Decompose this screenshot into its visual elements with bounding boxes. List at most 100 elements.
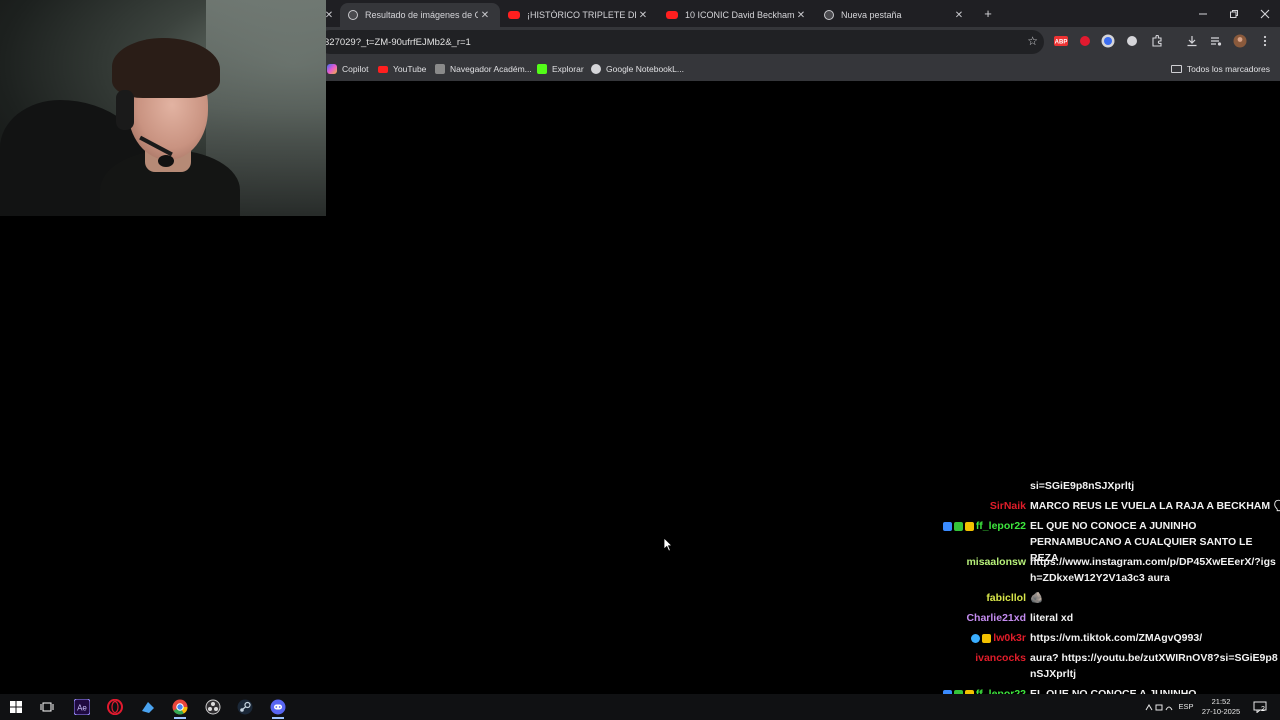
extension-red-icon[interactable] — [1077, 33, 1093, 49]
close-icon[interactable]: ✕ — [952, 10, 966, 21]
opera-icon[interactable] — [104, 697, 126, 717]
headset-icon — [116, 90, 134, 130]
profile-avatar-icon[interactable] — [1232, 33, 1248, 49]
webcam-feed — [0, 0, 326, 216]
after-effects-icon[interactable]: Ae — [71, 697, 93, 717]
sub-badge-icon — [982, 633, 992, 643]
language-indicator[interactable]: ESP — [1176, 696, 1196, 718]
webcam-person-hair — [112, 38, 220, 98]
task-view-icon[interactable] — [36, 697, 58, 717]
svg-text:ABP: ABP — [1055, 40, 1068, 46]
chat-message-text: literal xd — [1030, 612, 1074, 624]
chat-message-text: aura? https://youtu.be/zutXWIRnOV8?si=SG… — [1030, 652, 1278, 680]
address-bar[interactable]: 327029?_t=ZM-90ufrfEJMb2&_r=1 ☆ — [318, 30, 1044, 54]
notifications-button[interactable] — [1250, 696, 1270, 718]
tab-title: 10 ICONIC David Beckham goal — [685, 10, 794, 20]
new-tab-button[interactable]: + — [980, 5, 996, 21]
close-icon[interactable]: ✕ — [794, 10, 808, 21]
restore-icon[interactable] — [1218, 0, 1249, 27]
discord-icon[interactable] — [267, 697, 289, 719]
bookmark-label: YouTube — [393, 64, 427, 74]
tab-google-images[interactable]: Resultado de imágenes de Goo ✕ — [340, 3, 500, 27]
copilot-icon — [327, 64, 337, 74]
minimize-icon[interactable] — [1187, 0, 1218, 27]
youtube-icon — [378, 65, 388, 73]
chat-username: ivancocks — [975, 650, 1026, 666]
chat-message-text: https://www.instagram.com/p/DP45XwEEerX/… — [1030, 556, 1276, 584]
stream-chat-overlay: si=SGiE9p8nSJXprltj SirNaik MARCO REUS L… — [900, 478, 1280, 720]
youtube-icon — [508, 11, 520, 19]
notebooklm-icon — [591, 64, 601, 74]
mouse-cursor-icon — [663, 537, 673, 557]
username-text: SirNaik — [989, 500, 1026, 512]
close-icon[interactable]: ✕ — [636, 10, 650, 21]
chrome-icon[interactable] — [169, 697, 191, 719]
kick-icon — [537, 64, 547, 74]
bookmark-youtube[interactable]: YouTube — [378, 61, 426, 77]
chat-username: lw0k3r — [971, 630, 1026, 646]
clock-date: 27-10-2025 — [1201, 707, 1241, 716]
username-text: fabicllol — [986, 592, 1026, 604]
bookmark-navegador-academico[interactable]: Navegador Académ... — [435, 61, 532, 77]
bookmark-label: Explorar — [552, 64, 584, 74]
tab-title: Nueva pestaña — [841, 10, 902, 20]
chat-username: Charlie21xd — [966, 610, 1026, 626]
obs-icon[interactable] — [202, 697, 224, 717]
scholar-icon — [435, 64, 445, 74]
sub-badge-icon — [964, 521, 974, 531]
bookmark-star-icon[interactable]: ☆ — [1027, 34, 1038, 48]
tab-title: ¡HISTÓRICO TRIPLETE DE CR7 R — [527, 10, 636, 20]
window-close-icon[interactable] — [1249, 0, 1280, 27]
bookmark-label: Google NotebookL... — [606, 64, 684, 74]
windows-taskbar: Ae ESP 21:52 27-10-2025 2 — [0, 694, 1280, 720]
bookmark-copilot[interactable]: Copilot — [327, 61, 368, 77]
chat-message-text: 🪨 — [1030, 592, 1044, 604]
username-text: Charlie21xd — [966, 612, 1026, 624]
bookmark-label: Copilot — [342, 64, 369, 74]
media-control-icon[interactable] — [1208, 33, 1224, 49]
tab-beckham-goals[interactable]: 10 ICONIC David Beckham goal ✕ — [658, 3, 816, 27]
svg-text:Ae: Ae — [77, 704, 87, 713]
bookmark-explorar[interactable]: Explorar — [537, 61, 584, 77]
extension-icon[interactable] — [1124, 33, 1140, 49]
windows-start-icon[interactable] — [5, 697, 27, 717]
chat-message-text: https://vm.tiktok.com/ZMAgvQ993/ — [1030, 632, 1203, 644]
prime-badge-icon — [942, 521, 952, 531]
google-icon — [348, 10, 358, 20]
steam-icon[interactable] — [234, 697, 256, 717]
microphone-icon — [158, 155, 174, 167]
browser-menu-icon[interactable] — [1257, 33, 1273, 49]
tab-triplete-cr7[interactable]: ¡HISTÓRICO TRIPLETE DE CR7 R ✕ — [500, 3, 658, 27]
screen: ✕ Resultado de imágenes de Goo ✕ ¡HISTÓR… — [0, 0, 1280, 720]
app-icon[interactable] — [137, 697, 159, 717]
folder-icon — [1170, 65, 1182, 73]
all-bookmarks-label: Todos los marcadores — [1186, 64, 1270, 74]
star-badge-icon — [953, 521, 963, 531]
chat-message-text: si=SGiE9p8nSJXprltj — [1030, 480, 1135, 492]
address-text: 327029?_t=ZM-90ufrfEJMb2&_r=1 — [324, 36, 471, 48]
tab-nueva-pestana[interactable]: Nueva pestaña ✕ — [816, 3, 974, 27]
username-text: misaalonsw — [966, 556, 1026, 568]
close-icon[interactable]: ✕ — [478, 10, 492, 21]
bookmark-label: Navegador Académ... — [450, 64, 532, 74]
language-label: ESP — [1178, 702, 1194, 711]
system-tray-icons[interactable] — [1143, 696, 1175, 718]
chat-username: misaalonsw — [966, 554, 1026, 570]
chrome-icon — [824, 10, 834, 20]
chat-username: fabicllol — [986, 590, 1026, 606]
username-text: ff_lepor22 — [975, 520, 1026, 532]
chat-username: SirNaik — [990, 498, 1026, 514]
chat-message-text: MARCO REUS LE VUELA LA RAJA A BECKHAM 🗣🗣 — [1030, 500, 1280, 512]
translate-extension-icon[interactable] — [1100, 33, 1116, 49]
clock-time: 21:52 — [1211, 697, 1231, 706]
all-bookmarks[interactable]: Todos los marcadores — [1170, 61, 1270, 77]
adblock-extension-icon[interactable]: ABP — [1053, 33, 1069, 49]
clock[interactable]: 21:52 27-10-2025 — [1198, 696, 1244, 718]
extensions-puzzle-icon[interactable] — [1149, 33, 1165, 49]
bookmark-notebooklm[interactable]: Google NotebookL... — [591, 61, 684, 77]
download-icon[interactable] — [1184, 33, 1200, 49]
username-text: lw0k3r — [993, 632, 1026, 644]
tab-title: Resultado de imágenes de Goo — [365, 10, 478, 20]
username-text: ivancocks — [975, 652, 1026, 664]
notification-count: 2 — [1261, 706, 1265, 713]
